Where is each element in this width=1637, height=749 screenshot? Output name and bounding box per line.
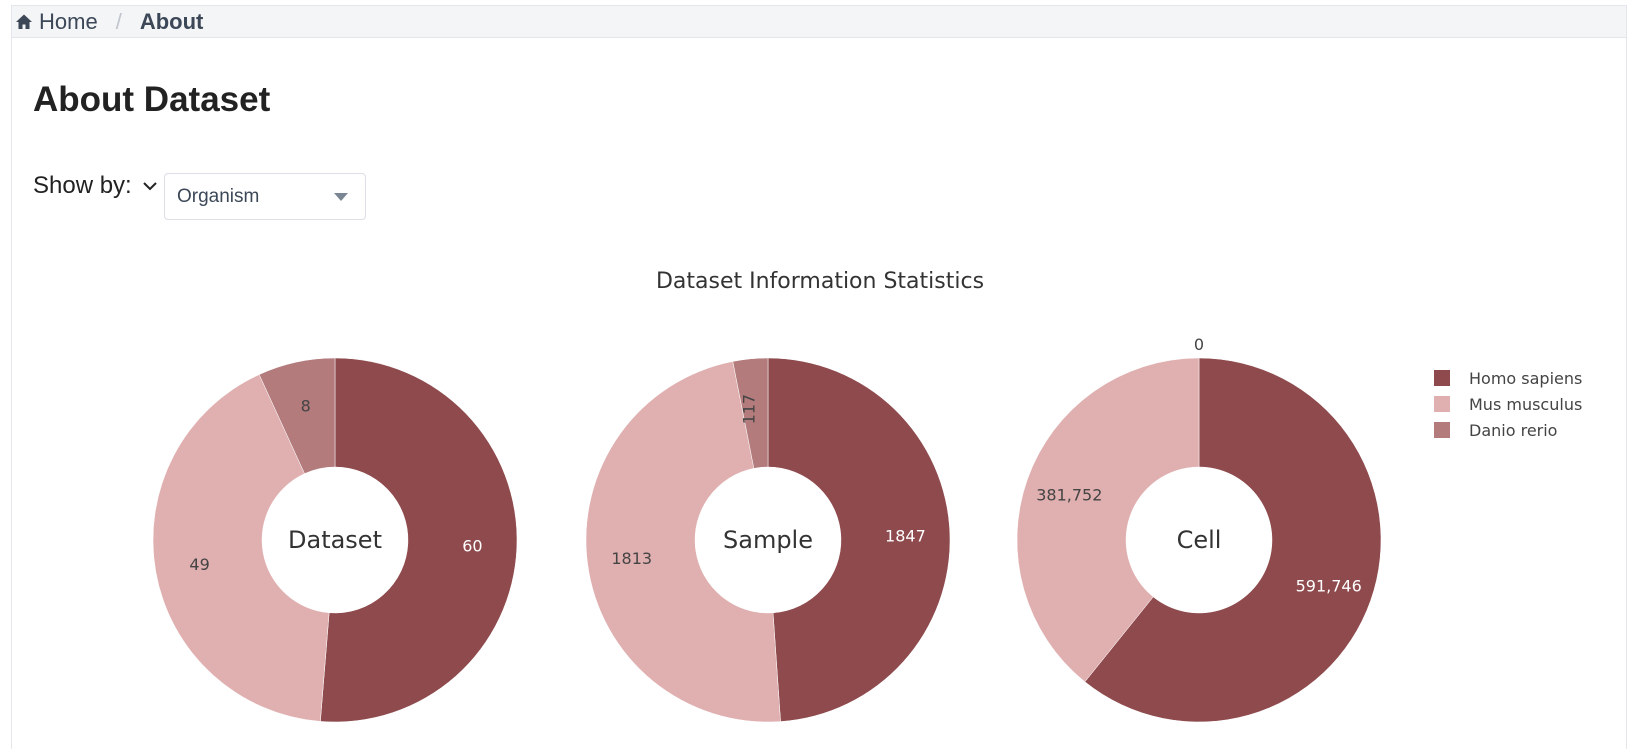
chart-canvas: Dataset Information Statistics 60 49 8 Data… xyxy=(152,269,1382,723)
legend-swatch xyxy=(1434,396,1450,412)
chart-title: Dataset Information Statistics xyxy=(656,269,984,294)
legend-swatch xyxy=(1434,370,1450,386)
pie-group: 60 49 8 Dataset 1847 1813 117 Sample 591,746 381,… xyxy=(152,335,1382,723)
pie-slice-label: 0 xyxy=(1194,335,1204,354)
pie-slice-label: 117 xyxy=(740,394,759,425)
chart-legend: Homo sapiens Mus musculus Danio rerio xyxy=(1434,365,1582,443)
pie-slice-label: 60 xyxy=(462,537,482,556)
pie-center-label: Cell xyxy=(1177,526,1222,554)
pie-slice-label: 8 xyxy=(301,397,311,416)
legend-item-homo-sapiens[interactable]: Homo sapiens xyxy=(1434,365,1582,391)
pie-slice-label: 381,752 xyxy=(1036,485,1102,504)
pie-center-label: Dataset xyxy=(288,526,382,554)
pie-center-label: Sample xyxy=(723,526,813,554)
legend-label: Mus musculus xyxy=(1469,394,1583,414)
legend-item-mus-musculus[interactable]: Mus musculus xyxy=(1434,391,1582,417)
legend-item-danio-rerio[interactable]: Danio rerio xyxy=(1434,417,1582,443)
legend-label: Danio rerio xyxy=(1469,420,1558,440)
pie-slice-label: 1813 xyxy=(611,549,652,568)
legend-swatch xyxy=(1434,422,1450,438)
pie-slice-label: 591,746 xyxy=(1296,577,1362,596)
pie-slice-label: 49 xyxy=(189,555,209,574)
pie-slice-label: 1847 xyxy=(885,526,926,545)
legend-label: Homo sapiens xyxy=(1469,368,1583,388)
